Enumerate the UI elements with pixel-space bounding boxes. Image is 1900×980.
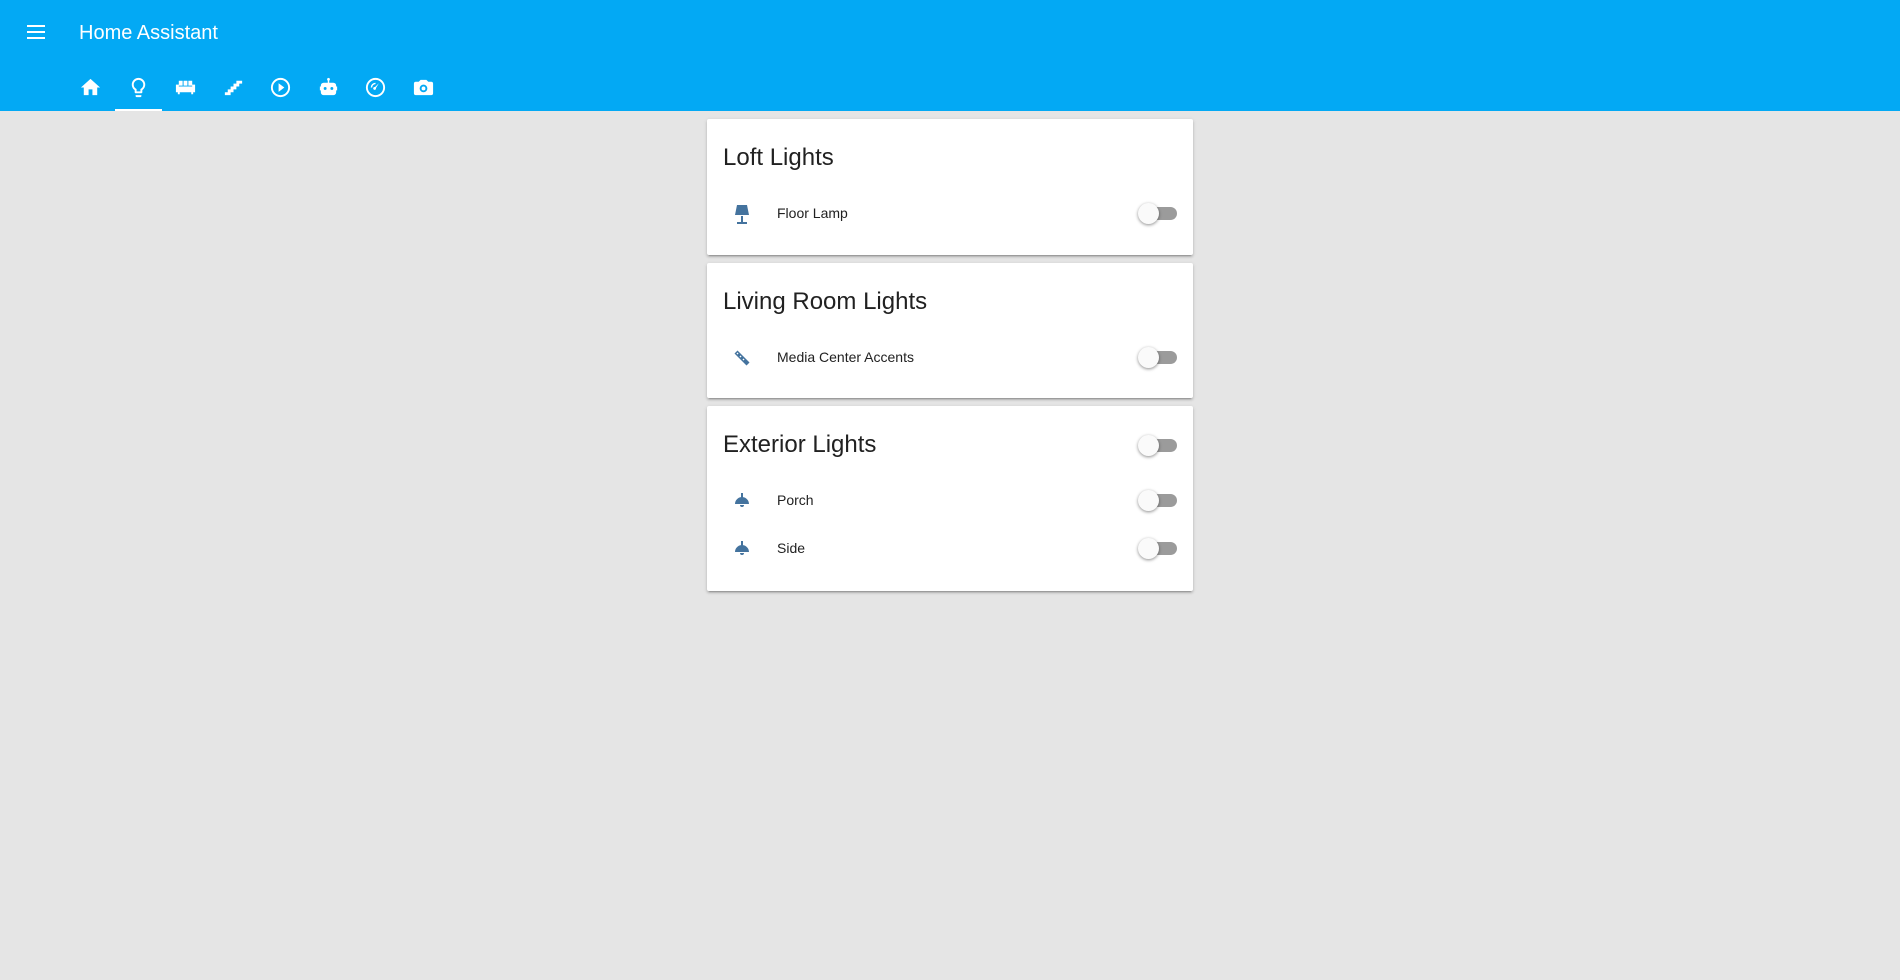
toggle-knob	[1138, 203, 1159, 224]
sofa-icon	[176, 80, 196, 95]
tab-gauge[interactable]	[352, 64, 400, 111]
entity-row[interactable]: Floor Lamp	[707, 189, 1193, 237]
group-toggle[interactable]	[1138, 435, 1177, 456]
entity-toggle[interactable]	[1138, 537, 1177, 559]
menu-button[interactable]	[23, 19, 49, 45]
entity-name[interactable]: Porch	[777, 491, 814, 509]
toggle-knob	[1138, 346, 1159, 368]
card-padding	[707, 380, 1193, 398]
tab-home[interactable]	[67, 64, 115, 111]
tab-living-room[interactable]	[162, 64, 210, 111]
ceiling-light-icon	[729, 536, 755, 562]
card-title: Exterior Lights	[723, 431, 877, 458]
ceiling-light-icon	[729, 488, 755, 514]
entity-row[interactable]: Media Center Accents	[707, 333, 1193, 381]
card-title: Loft Lights	[723, 144, 834, 171]
entity-row[interactable]: Side	[707, 524, 1193, 572]
card-padding	[707, 571, 1193, 591]
entity-row[interactable]: Porch	[707, 476, 1193, 524]
card-title: Living Room Lights	[723, 287, 928, 315]
tab-lights[interactable]	[114, 64, 163, 111]
entity-name[interactable]: Media Center Accents	[777, 348, 914, 366]
entity-name[interactable]: Floor Lamp	[777, 204, 848, 222]
view-tabs	[67, 64, 447, 111]
app-title: Home Assistant	[79, 22, 218, 44]
tab-stairs[interactable]	[210, 64, 258, 111]
stairs-icon	[224, 80, 242, 96]
home-icon	[81, 78, 101, 96]
card-header: Loft Lights	[707, 119, 1193, 189]
floor-lamp-icon	[729, 201, 755, 227]
cards-column: Loft Lights Floor Lamp Living Room Light…	[707, 119, 1193, 599]
gauge-icon	[366, 77, 386, 98]
card-header: Living Room Lights	[707, 263, 1193, 333]
card-living-room-lights: Living Room Lights Media Center Accents	[707, 262, 1193, 398]
toggle-knob	[1138, 537, 1159, 559]
card-exterior-lights: Exterior Lights Porch Side	[707, 406, 1193, 591]
play-circle-icon	[271, 77, 291, 98]
camera-icon	[413, 79, 433, 96]
robot-icon	[319, 77, 337, 96]
toggle-knob	[1138, 490, 1159, 511]
tab-automation[interactable]	[305, 64, 353, 111]
entity-toggle[interactable]	[1138, 203, 1177, 224]
card-padding	[707, 237, 1193, 255]
entity-toggle[interactable]	[1138, 490, 1177, 511]
entity-name[interactable]: Side	[777, 539, 805, 557]
entity-toggle[interactable]	[1138, 346, 1177, 368]
menu-icon	[27, 25, 45, 39]
tab-camera[interactable]	[400, 64, 448, 111]
app-toolbar: Home Assistant	[0, 0, 1900, 111]
toggle-knob	[1138, 435, 1159, 456]
tab-media[interactable]	[257, 64, 305, 111]
led-strip-icon	[729, 345, 755, 371]
lightbulb-icon	[131, 77, 145, 98]
card-header: Exterior Lights	[707, 406, 1193, 476]
card-loft-lights: Loft Lights Floor Lamp	[707, 119, 1193, 255]
